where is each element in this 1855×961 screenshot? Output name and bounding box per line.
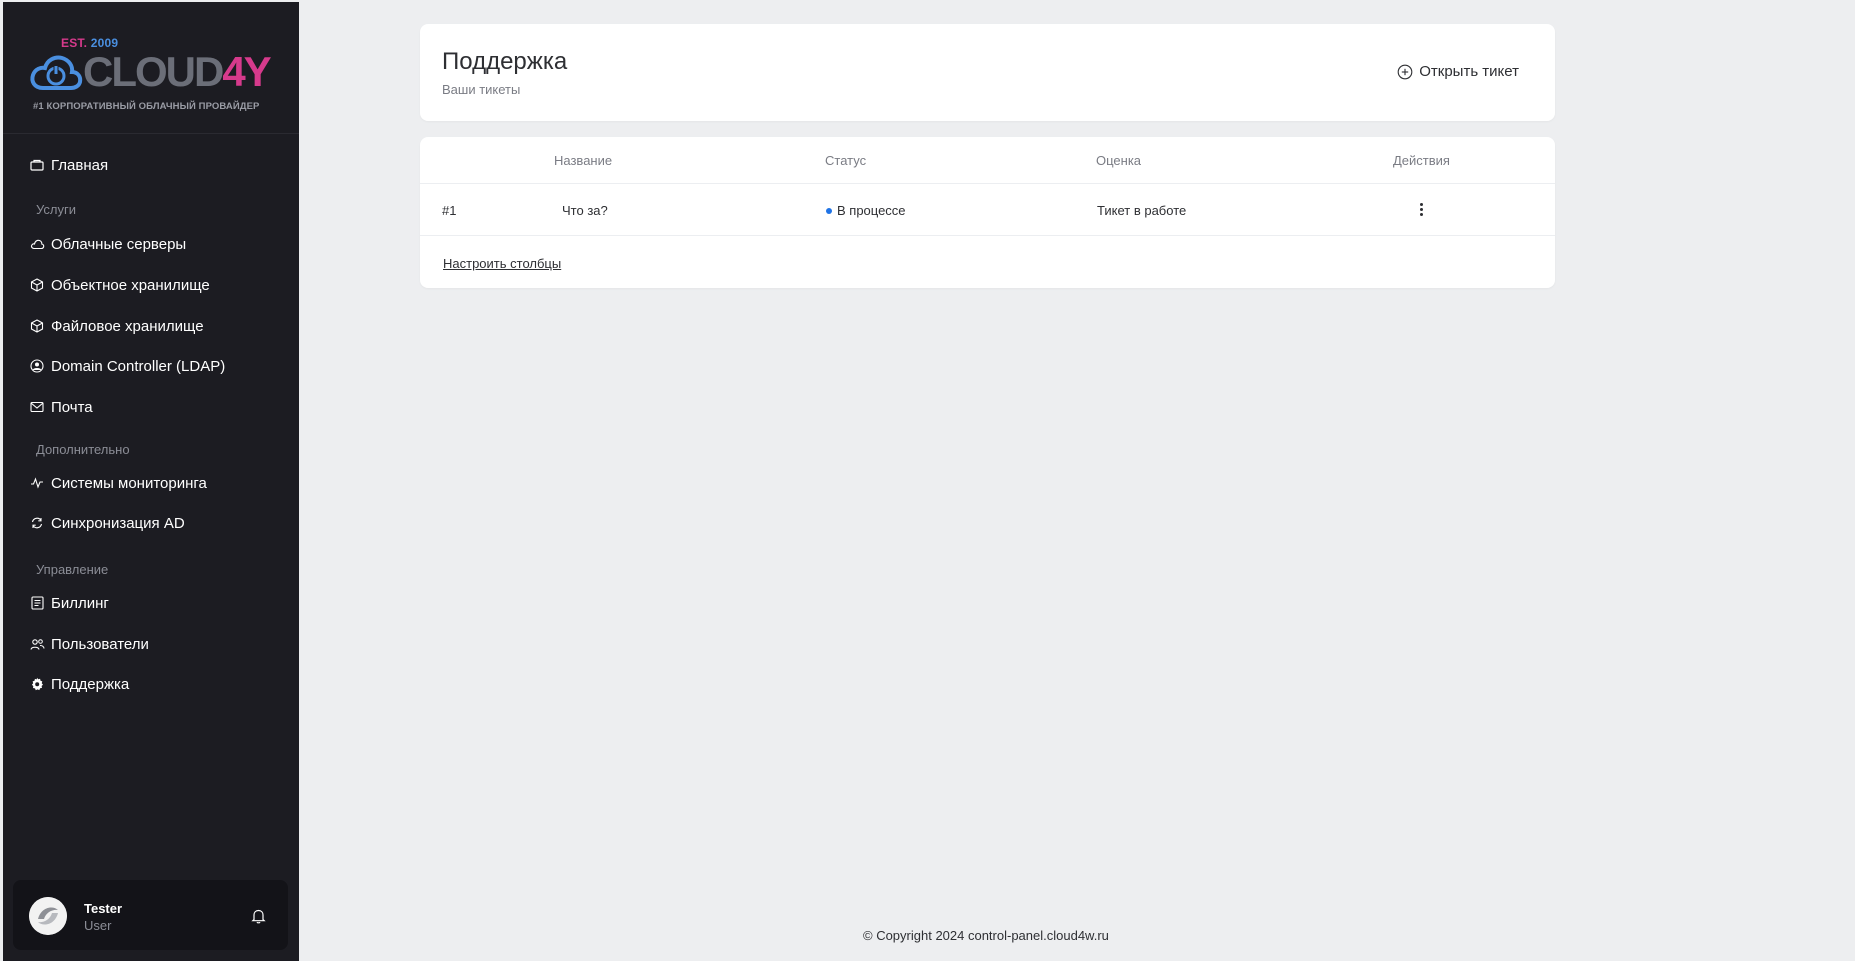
sidebar-item-label: Биллинг [51, 594, 109, 612]
activity-icon [29, 475, 45, 491]
avatar[interactable] [29, 897, 67, 935]
mail-icon [29, 399, 45, 415]
gear-icon [29, 676, 45, 692]
page-header-card: Поддержка Ваши тикеты Открыть тикет [420, 24, 1555, 121]
more-vertical-icon[interactable] [1417, 200, 1425, 218]
section-management: Управление [36, 562, 109, 577]
sidebar-item-billing[interactable]: Биллинг [29, 590, 109, 616]
sidebar-item-monitoring[interactable]: Системы мониторинга [29, 470, 207, 496]
section-services: Услуги [36, 202, 76, 217]
ticket-id: #1 [442, 203, 457, 218]
brand-logo[interactable]: EST. 2009 CLOUD4Y #1 КОРПОРАТИВНЫЙ ОБЛАЧ… [3, 2, 299, 134]
sidebar-item-label: Файловое хранилище [51, 317, 204, 335]
users-icon [29, 636, 45, 652]
configure-columns-link[interactable]: Настроить столбцы [443, 256, 561, 271]
page-title: Поддержка [442, 48, 568, 75]
ticket-status: В процессе [837, 203, 906, 218]
status-badge: В процессе [826, 203, 906, 218]
sync-icon [29, 515, 45, 531]
box-icon [29, 277, 45, 293]
row-divider [420, 235, 1555, 236]
briefcase-icon [29, 157, 45, 173]
sidebar-item-file-storage[interactable]: Файловое хранилище [29, 313, 204, 339]
sidebar-item-support[interactable]: Поддержка [29, 671, 129, 697]
bell-icon[interactable] [251, 908, 266, 929]
sidebar-item-domain-controller[interactable]: Domain Controller (LDAP) [29, 353, 225, 379]
sidebar-item-cloud-servers[interactable]: Облачные серверы [29, 231, 186, 257]
cloud-icon [29, 236, 45, 252]
column-header-rating[interactable]: Оценка [1096, 153, 1141, 168]
user-card[interactable]: Tester User [13, 880, 288, 950]
footer-copyright: © Copyright 2024 control-panel.cloud4w.r… [863, 928, 1109, 943]
receipt-icon [29, 595, 45, 611]
brand-wordmark: CLOUD4Y [83, 48, 272, 95]
avatar-logo-icon [29, 897, 67, 935]
user-role: User [84, 918, 112, 933]
status-dot-icon [826, 207, 832, 214]
cloud-power-icon [30, 55, 83, 90]
sidebar-item-mail[interactable]: Почта [29, 394, 93, 420]
user-name: Tester [84, 901, 123, 916]
sidebar-item-label: Поддержка [51, 675, 130, 693]
sidebar-item-label: Почта [51, 398, 93, 416]
ticket-rating: Тикет в работе [1097, 203, 1187, 218]
sidebar-item-home[interactable]: Главная [29, 152, 108, 178]
sidebar-item-label: Синхронизация AD [51, 514, 185, 532]
brand-tagline: #1 КОРПОРАТИВНЫЙ ОБЛАЧНЫЙ ПРОВАЙДЕР [33, 101, 260, 112]
tickets-table: Название Статус Оценка Действия #1 Что з… [420, 137, 1555, 288]
sidebar: EST. 2009 CLOUD4Y #1 КОРПОРАТИВНЫЙ ОБЛАЧ… [3, 2, 299, 961]
plus-circle-icon [1397, 64, 1413, 79]
sidebar-item-label: Системы мониторинга [51, 474, 207, 492]
open-ticket-label: Открыть тикет [1419, 63, 1519, 80]
sidebar-item-label: Domain Controller (LDAP) [51, 357, 226, 375]
row-divider [420, 183, 1555, 184]
sidebar-item-label: Облачные серверы [51, 235, 187, 253]
sidebar-item-ad-sync[interactable]: Синхронизация AD [29, 510, 185, 536]
sidebar-item-label: Пользователи [51, 635, 149, 653]
sidebar-item-label: Объектное хранилище [51, 276, 210, 294]
box-icon [29, 318, 45, 334]
column-header-status[interactable]: Статус [825, 153, 866, 168]
user-circle-icon [29, 358, 45, 374]
open-ticket-button[interactable]: Открыть тикет [1397, 63, 1519, 80]
section-additional: Дополнительно [36, 442, 130, 457]
sidebar-item-object-storage[interactable]: Объектное хранилище [29, 272, 210, 298]
ticket-name[interactable]: Что за? [562, 203, 608, 218]
column-header-name[interactable]: Название [554, 153, 612, 168]
sidebar-item-label: Главная [51, 156, 109, 174]
sidebar-item-users[interactable]: Пользователи [29, 631, 149, 657]
column-header-actions: Действия [1393, 153, 1450, 168]
page-subtitle: Ваши тикеты [442, 82, 521, 97]
